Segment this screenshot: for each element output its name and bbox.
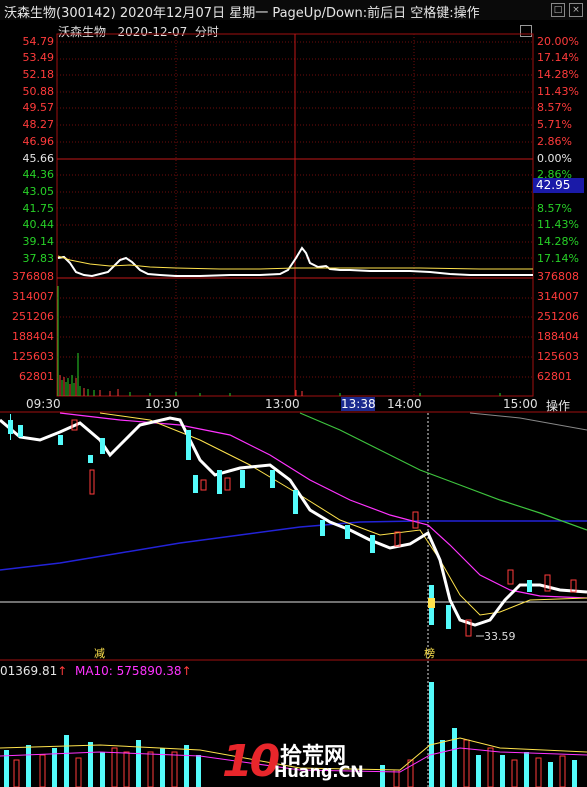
volume-label: 125603	[537, 350, 579, 363]
time-label: 14:00	[387, 397, 422, 411]
volume-label: 251206	[537, 310, 579, 323]
price-label: 40.44	[22, 218, 55, 231]
volume-label: 251206	[12, 310, 54, 323]
volume-label: 125603	[12, 350, 54, 363]
watermark-logo: 10 拾荒网 Huang.CN	[222, 736, 364, 787]
price-label: 37.83	[22, 252, 55, 265]
time-label: 09:30	[26, 397, 61, 411]
price-label: 52.18	[22, 68, 55, 81]
volume-label: 314007	[12, 290, 54, 303]
price-label: 43.05	[22, 185, 55, 198]
pct-label: 20.00%	[537, 35, 579, 48]
time-axis: 09:30 10:30 13:00 14:00 15:00	[0, 396, 587, 412]
pct-label: 17.14%	[537, 51, 579, 64]
price-label: 54.79	[22, 35, 55, 48]
volume-label: 376808	[537, 270, 579, 283]
up-arrow-icon: ↑	[181, 664, 192, 678]
time-label: 10:30	[145, 397, 180, 411]
kline-panel	[0, 412, 587, 787]
pct-label: 0.00%	[537, 152, 572, 165]
pct-label: 5.71%	[537, 118, 572, 131]
pct-label: 11.43%	[537, 218, 579, 231]
price-label: 45.66	[22, 152, 55, 165]
event-marker[interactable]: 减	[94, 648, 105, 660]
pct-label: 14.28%	[537, 68, 579, 81]
pct-label: 11.43%	[537, 85, 579, 98]
volume-label: 62801	[19, 370, 54, 383]
volume-label: 188404	[537, 330, 579, 343]
pct-label: 14.28%	[537, 235, 579, 248]
price-label: 48.27	[22, 118, 55, 131]
ma10-value: MA10: 575890.38	[74, 664, 182, 678]
watermark-en: Huang.CN	[274, 762, 364, 781]
volume-label: 314007	[537, 290, 579, 303]
watermark-number: 10	[222, 736, 280, 787]
event-marker[interactable]: 榜	[424, 648, 435, 660]
volume-label: 188404	[12, 330, 54, 343]
price-label: 53.49	[22, 51, 55, 64]
ma-value: 01369.81	[0, 664, 58, 678]
intraday-volume-bars	[57, 286, 501, 396]
price-label: 41.75	[22, 202, 55, 215]
time-label: 13:00	[265, 397, 300, 411]
operate-button[interactable]: 操作	[546, 397, 570, 414]
pct-label: 2.86%	[537, 135, 572, 148]
kline-candles	[8, 414, 577, 637]
up-arrow-icon: ↑	[57, 664, 68, 678]
price-label: 50.88	[22, 85, 55, 98]
price-label: 44.36	[22, 168, 55, 181]
volume-ma-legend: 01369.81↑ MA10: 575890.38↑	[0, 664, 192, 678]
pct-label: 8.57%	[537, 101, 572, 114]
price-label: 49.57	[22, 101, 55, 114]
price-label: 39.14	[22, 235, 55, 248]
volume-label: 62801	[537, 370, 572, 383]
pct-label: 8.57%	[537, 202, 572, 215]
cursor-time-badge: 13:38	[341, 397, 376, 411]
price-label: 46.96	[22, 135, 55, 148]
current-price-tag: 42.95	[533, 178, 584, 193]
time-label: 15:00	[503, 397, 538, 411]
pct-label: 17.14%	[537, 252, 579, 265]
low-price-annotation: 33.59	[484, 630, 516, 643]
volume-label: 376808	[12, 270, 54, 283]
